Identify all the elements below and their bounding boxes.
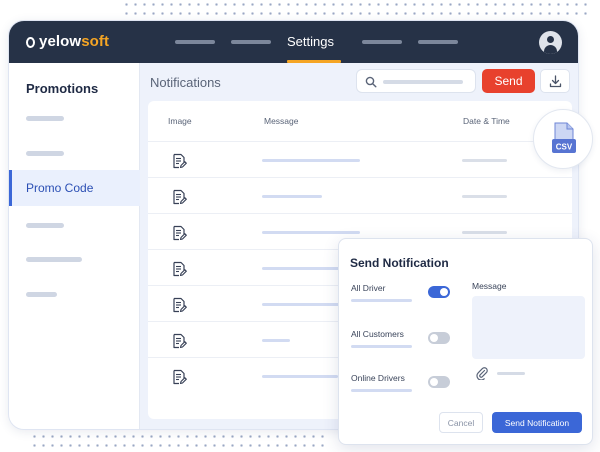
- toggle-knob: [430, 334, 438, 342]
- table-row[interactable]: [148, 141, 572, 177]
- toggle-online-drivers[interactable]: [428, 376, 450, 388]
- message-placeholder-bar: [262, 231, 360, 234]
- send-button[interactable]: Send: [482, 69, 535, 93]
- option-label-all-driver: All Driver: [351, 283, 386, 293]
- message-placeholder-bar: [262, 195, 322, 198]
- column-header-message: Message: [264, 116, 299, 126]
- sidebar-title: Promotions: [26, 81, 99, 96]
- option-underline: [351, 389, 412, 392]
- sidebar-item-placeholder[interactable]: [26, 292, 57, 297]
- decorative-dots-bottom: [30, 432, 330, 452]
- sidebar-item-placeholder[interactable]: [26, 151, 64, 156]
- logo-text: yelowsoft: [39, 33, 110, 50]
- option-label-all-customers: All Customers: [351, 329, 404, 339]
- toggle-all-customers[interactable]: [428, 332, 450, 344]
- send-notification-button[interactable]: Send Notification: [492, 412, 582, 433]
- sidebar-item-placeholder[interactable]: [26, 223, 64, 228]
- column-header-image: Image: [168, 116, 192, 126]
- message-placeholder-bar: [262, 267, 350, 270]
- date-time-placeholder-bar: [462, 195, 507, 198]
- attach-button[interactable]: [476, 366, 488, 385]
- table-row[interactable]: [148, 177, 572, 213]
- document-edit-icon[interactable]: [172, 333, 187, 349]
- csv-file-icon: CSV: [552, 122, 576, 153]
- document-edit-icon[interactable]: [172, 225, 187, 241]
- toggle-knob: [430, 378, 438, 386]
- message-placeholder-bar: [262, 339, 290, 342]
- nav-item-settings[interactable]: Settings: [287, 34, 334, 49]
- message-placeholder-bar: [262, 159, 360, 162]
- column-header-date-time: Date & Time: [463, 116, 510, 126]
- user-avatar[interactable]: [539, 31, 562, 54]
- sidebar-item-label: Promo Code: [26, 181, 94, 195]
- logo-mark-icon: [26, 37, 35, 48]
- date-time-placeholder-bar: [462, 231, 507, 234]
- document-edit-icon[interactable]: [172, 297, 187, 313]
- sidebar-item-promo-code[interactable]: Promo Code: [9, 170, 140, 206]
- search-placeholder-bar: [383, 80, 463, 84]
- download-icon: [549, 75, 562, 88]
- decorative-dots-top: [122, 0, 587, 18]
- logo[interactable]: yelowsoft: [26, 33, 109, 50]
- cancel-button[interactable]: Cancel: [439, 412, 483, 433]
- document-edit-icon[interactable]: [172, 189, 187, 205]
- sidebar-item-placeholder[interactable]: [26, 116, 64, 121]
- dialog-title: Send Notification: [350, 256, 449, 270]
- active-nav-indicator: [287, 60, 341, 63]
- nav-item-placeholder[interactable]: [231, 40, 271, 44]
- user-icon-body: [544, 45, 557, 54]
- option-underline: [351, 299, 412, 302]
- page-title: Notifications: [150, 75, 221, 90]
- csv-label: CSV: [556, 143, 573, 152]
- message-placeholder-bar: [262, 375, 338, 378]
- nav-item-placeholder[interactable]: [175, 40, 215, 44]
- message-textarea[interactable]: [472, 296, 585, 359]
- toggle-knob: [440, 288, 448, 296]
- csv-export-badge[interactable]: CSV: [533, 109, 593, 169]
- toggle-all-driver[interactable]: [428, 286, 450, 298]
- user-icon-head: [547, 36, 554, 43]
- document-edit-icon[interactable]: [172, 369, 187, 385]
- send-notification-dialog: Send Notification All Driver All Custome…: [338, 238, 593, 445]
- date-time-placeholder-bar: [462, 159, 507, 162]
- search-input[interactable]: [356, 69, 476, 93]
- search-icon: [365, 76, 377, 88]
- download-button[interactable]: [540, 69, 570, 93]
- nav-item-placeholder[interactable]: [418, 40, 458, 44]
- document-edit-icon[interactable]: [172, 261, 187, 277]
- document-edit-icon[interactable]: [172, 153, 187, 169]
- nav-item-placeholder[interactable]: [362, 40, 402, 44]
- option-label-online-drivers: Online Drivers: [351, 373, 405, 383]
- option-underline: [351, 345, 412, 348]
- top-navigation-bar: yelowsoft Settings: [9, 21, 578, 63]
- sidebar-item-placeholder[interactable]: [26, 257, 82, 262]
- paperclip-icon: [476, 367, 488, 381]
- sidebar: Promotions Promo Code: [9, 63, 140, 429]
- attachment-placeholder-bar: [497, 372, 525, 375]
- message-label: Message: [472, 281, 507, 291]
